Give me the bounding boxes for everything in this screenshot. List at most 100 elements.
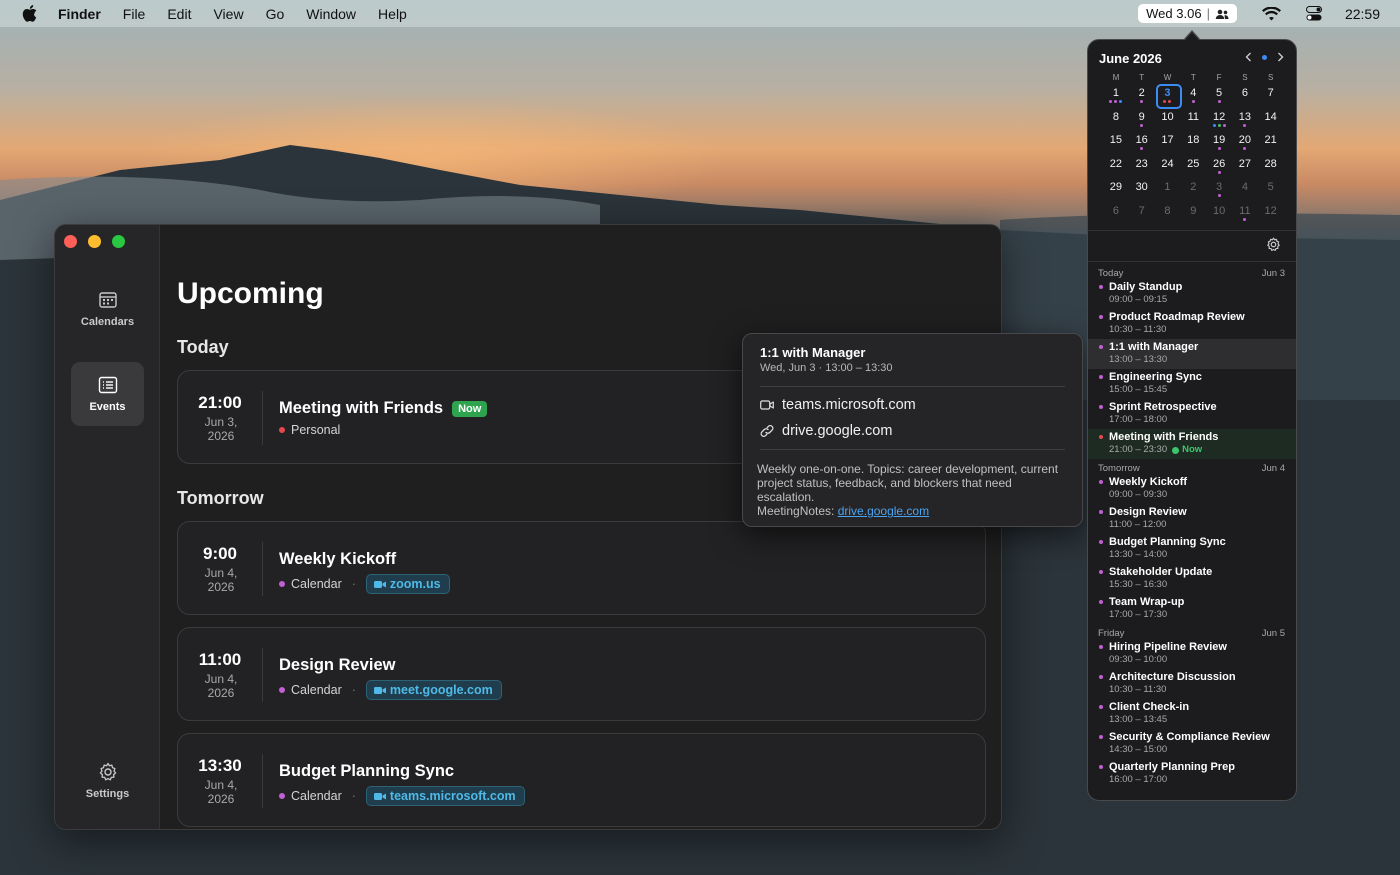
sidebar-item-calendars[interactable]: Calendars xyxy=(71,277,144,341)
calendar-day[interactable]: 8 xyxy=(1155,201,1181,225)
calendar-day[interactable]: 14 xyxy=(1258,107,1284,131)
calendar-day[interactable]: 17 xyxy=(1155,130,1181,154)
calendar-day[interactable]: 7 xyxy=(1129,201,1155,225)
chevron-left-icon[interactable] xyxy=(1245,52,1252,62)
sidebar-item-settings[interactable]: Settings xyxy=(71,749,144,813)
calendar-day[interactable]: 10 xyxy=(1155,107,1181,131)
control-center-icon[interactable] xyxy=(1303,6,1325,22)
calendar-day[interactable]: 10 xyxy=(1206,201,1232,225)
gear-icon[interactable] xyxy=(1266,237,1281,252)
meeting-link-chip[interactable]: zoom.us xyxy=(365,574,450,594)
calendar-day[interactable]: 2 xyxy=(1129,83,1155,107)
calendar-day[interactable]: 5 xyxy=(1258,177,1284,201)
calendar-day[interactable]: 26 xyxy=(1206,154,1232,178)
menu-help[interactable]: Help xyxy=(378,6,407,22)
agenda-event[interactable]: 1:1 with Manager 13:00 – 13:30 xyxy=(1088,339,1296,369)
apple-menu-icon[interactable] xyxy=(22,5,44,22)
calendar-day[interactable]: 6 xyxy=(1232,83,1258,107)
calendar-day[interactable]: 1 xyxy=(1103,83,1129,107)
menubar-calendar-status[interactable]: Wed 3.06 | xyxy=(1138,4,1237,23)
agenda-event[interactable]: Product Roadmap Review 10:30 – 11:30 xyxy=(1088,309,1296,339)
calendar-day[interactable]: 30 xyxy=(1129,177,1155,201)
calendar-day[interactable]: 11 xyxy=(1232,201,1258,225)
meeting-link-chip[interactable]: teams.microsoft.com xyxy=(365,786,525,806)
menu-app-finder[interactable]: Finder xyxy=(58,6,101,22)
event-card[interactable]: 13:30 Jun 4, 2026 Budget Planning Sync Ca… xyxy=(177,733,986,827)
calendar-day[interactable]: 7 xyxy=(1258,83,1284,107)
meeting-link-chip[interactable]: meet.google.com xyxy=(365,680,502,700)
event-card[interactable]: 11:00 Jun 4, 2026 Design Review Calendar … xyxy=(177,627,986,721)
agenda-event[interactable]: Meeting with Friends 21:00 – 23:30 Now xyxy=(1088,429,1296,459)
calendar-day[interactable]: 4 xyxy=(1180,83,1206,107)
calendar-day[interactable]: 9 xyxy=(1180,201,1206,225)
zoom-window-button[interactable] xyxy=(112,235,125,248)
calendar-day[interactable]: 8 xyxy=(1103,107,1129,131)
video-icon xyxy=(373,686,386,694)
calendar-day[interactable]: 4 xyxy=(1232,177,1258,201)
menu-edit[interactable]: Edit xyxy=(167,6,191,22)
agenda-event[interactable]: Hiring Pipeline Review 09:30 – 10:00 xyxy=(1088,639,1296,669)
calendar-week-row: 6 7 8 9 10 11 12 xyxy=(1103,201,1284,225)
agenda-event[interactable]: Weekly Kickoff 09:00 – 09:30 xyxy=(1088,474,1296,504)
agenda-event[interactable]: Sprint Retrospective 17:00 – 18:00 xyxy=(1088,399,1296,429)
menu-file[interactable]: File xyxy=(123,6,146,22)
agenda-event-title: Engineering Sync xyxy=(1109,371,1202,383)
calendar-day[interactable]: 11 xyxy=(1180,107,1206,131)
calendar-day[interactable]: 18 xyxy=(1180,130,1206,154)
calendar-day[interactable]: 13 xyxy=(1232,107,1258,131)
popover-attachment-link[interactable]: drive.google.com xyxy=(760,423,892,439)
calendar-day[interactable]: 25 xyxy=(1180,154,1206,178)
calendar-day[interactable]: 5 xyxy=(1206,83,1232,107)
agenda-event[interactable]: Daily Standup 09:00 – 09:15 xyxy=(1088,279,1296,309)
calendar-day[interactable]: 3 xyxy=(1155,83,1182,109)
calendar-day[interactable]: 22 xyxy=(1103,154,1129,178)
minimize-window-button[interactable] xyxy=(88,235,101,248)
event-card[interactable]: 9:00 Jun 4, 2026 Weekly Kickoff Calendar … xyxy=(177,521,986,615)
calendar-day[interactable]: 24 xyxy=(1155,154,1181,178)
close-window-button[interactable] xyxy=(64,235,77,248)
calendar-day[interactable]: 12 xyxy=(1258,201,1284,225)
agenda-event[interactable]: Design Review 11:00 – 12:00 xyxy=(1088,504,1296,534)
calendar-day[interactable]: 2 xyxy=(1180,177,1206,201)
calendar-day[interactable]: 29 xyxy=(1103,177,1129,201)
menu-window[interactable]: Window xyxy=(306,6,356,22)
popover-link-text: drive.google.com xyxy=(782,423,893,439)
calendar-day[interactable]: 21 xyxy=(1258,130,1284,154)
calendar-day[interactable]: 23 xyxy=(1129,154,1155,178)
today-dot-button[interactable] xyxy=(1262,54,1267,60)
event-meta: Calendar · meet.google.com xyxy=(279,680,502,700)
calendar-day[interactable]: 27 xyxy=(1232,154,1258,178)
agenda-event[interactable]: Quarterly Planning Prep 16:00 – 17:00 xyxy=(1088,759,1296,789)
calendar-day[interactable]: 15 xyxy=(1103,130,1129,154)
calendar-day[interactable]: 6 xyxy=(1103,201,1129,225)
menu-go[interactable]: Go xyxy=(266,6,285,22)
calendar-color-dot xyxy=(1099,675,1103,679)
agenda-event[interactable]: Team Wrap-up 17:00 – 17:30 xyxy=(1088,594,1296,624)
app-window: Calendars Events Settings Upcoming Today… xyxy=(54,224,1002,830)
calendar-day[interactable]: 28 xyxy=(1258,154,1284,178)
agenda-event[interactable]: Security & Compliance Review 14:30 – 15:0… xyxy=(1088,729,1296,759)
calendar-day[interactable]: 19 xyxy=(1206,130,1232,154)
calendar-day[interactable]: 3 xyxy=(1206,177,1232,201)
meeting-link-text: zoom.us xyxy=(389,577,441,591)
agenda-event-time: 10:30 – 11:30 xyxy=(1109,324,1167,335)
agenda-event[interactable]: Budget Planning Sync 13:30 – 14:00 xyxy=(1088,534,1296,564)
agenda-event[interactable]: Engineering Sync 15:00 – 15:45 xyxy=(1088,369,1296,399)
calendar-day[interactable]: 20 xyxy=(1232,130,1258,154)
agenda-event[interactable]: Architecture Discussion 10:30 – 11:30 xyxy=(1088,669,1296,699)
wifi-icon[interactable] xyxy=(1261,6,1283,22)
calendar-day[interactable]: 16 xyxy=(1129,130,1155,154)
agenda-event[interactable]: Client Check-in 13:00 – 13:45 xyxy=(1088,699,1296,729)
calendar-color-dot xyxy=(1099,540,1103,544)
event-calendar: Calendar xyxy=(291,683,342,697)
notes-link[interactable]: drive.google.com xyxy=(838,504,929,518)
sidebar-item-events[interactable]: Events xyxy=(71,362,144,426)
calendar-day[interactable]: 12 xyxy=(1206,107,1232,131)
menu-view[interactable]: View xyxy=(213,6,243,22)
calendar-day[interactable]: 1 xyxy=(1155,177,1181,201)
agenda-event[interactable]: Stakeholder Update 15:30 – 16:30 xyxy=(1088,564,1296,594)
chevron-right-icon[interactable] xyxy=(1277,52,1284,62)
calendar-day[interactable]: 9 xyxy=(1129,107,1155,131)
popover-video-link[interactable]: teams.microsoft.com xyxy=(760,397,916,413)
menubar-clock[interactable]: 22:59 xyxy=(1345,6,1380,22)
